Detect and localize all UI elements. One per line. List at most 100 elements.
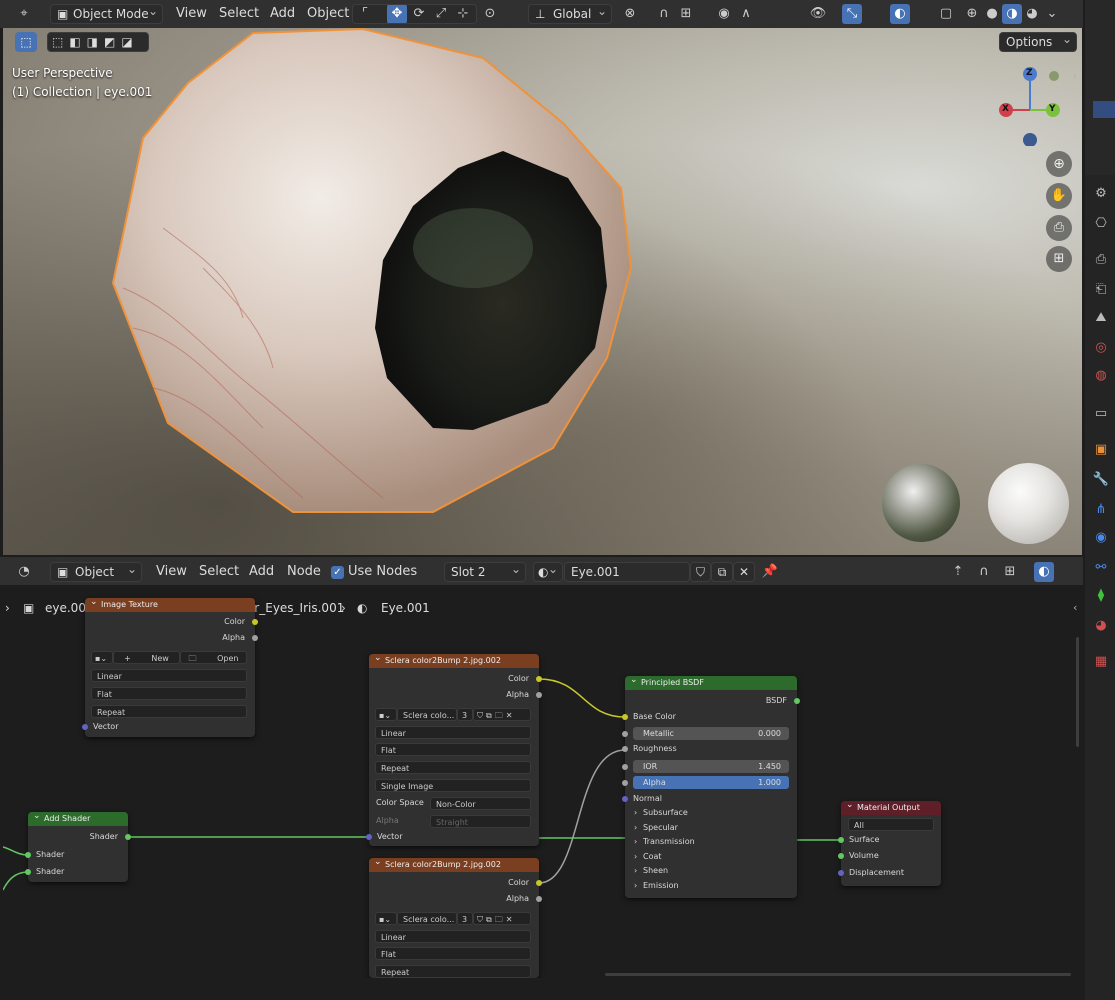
view-layer-props-icon[interactable]: ⎗ [1091, 280, 1111, 300]
select-mode-buttons[interactable]: ⬚◧◨◩◪ [47, 32, 149, 52]
node-snap-target-icon[interactable]: ⊞ [1000, 562, 1020, 582]
displacement-socket[interactable] [838, 870, 844, 876]
falloff-icon[interactable]: ∧ [736, 4, 756, 24]
snap-target-icon[interactable]: ⊞ [676, 4, 696, 24]
ior-slider[interactable]: IOR 1.450 [633, 760, 789, 773]
world-props-icon[interactable]: ◎ [1091, 338, 1111, 358]
ior-socket[interactable] [622, 764, 628, 770]
node-overlay-icon[interactable]: ◐ [1034, 562, 1054, 582]
image-name-field[interactable]: Sclera colo... [397, 708, 457, 721]
extension-dropdown[interactable]: Repeat [91, 705, 247, 718]
alpha-socket[interactable] [622, 780, 628, 786]
scene-props-icon[interactable]: ⛰ [1091, 308, 1111, 328]
unlink-material-icon[interactable]: ✕ [733, 562, 755, 582]
projection-dropdown[interactable]: Flat [91, 687, 247, 700]
sidebar-toggle-arrow[interactable]: ‹ [1073, 72, 1077, 82]
data-props-icon[interactable]: ⧫ [1091, 586, 1111, 606]
extension-dropdown[interactable]: Repeat [375, 761, 531, 774]
physics-props-icon[interactable]: ◉ [1091, 528, 1111, 548]
horizontal-scrollbar[interactable] [605, 973, 1071, 976]
scale-icon[interactable]: ⤢ [431, 5, 451, 23]
menu-object[interactable]: Object [307, 4, 349, 24]
visibility-icon[interactable]: 👁 [808, 4, 828, 24]
bsdf-socket[interactable] [794, 698, 800, 704]
image-actions[interactable]: ⛉⧉🗀✕ [473, 708, 531, 721]
color-socket[interactable] [252, 619, 258, 625]
projection-dropdown[interactable]: Flat [375, 947, 531, 960]
image-browse[interactable]: ▪⌄ [375, 708, 397, 721]
shading-solid-icon[interactable]: ● [982, 4, 1002, 24]
material-name-field[interactable]: Eye.001 [564, 562, 690, 582]
shading-options-icon[interactable]: ⌄ [1042, 4, 1062, 24]
modifier-props-icon[interactable]: 🔧 [1091, 470, 1111, 490]
overlay-icon[interactable]: ◐ [890, 4, 910, 24]
material-output-node[interactable]: Material Output All Surface Volume Displ… [838, 801, 941, 886]
image-actions[interactable]: ⛉⧉🗀✕ [473, 912, 531, 925]
render-props-icon[interactable]: ⎔ [1091, 214, 1111, 234]
shading-material-icon[interactable]: ◑ [1002, 4, 1022, 24]
snap-base-icon[interactable]: ⌜ [355, 5, 375, 23]
shading-rendered-icon[interactable]: ◕ [1022, 4, 1042, 24]
add-shader-node[interactable]: Add Shader Shader Shader Shader [25, 812, 131, 882]
menu-add[interactable]: Add [270, 4, 295, 24]
alpha-mode-dropdown[interactable]: Straight [430, 815, 531, 828]
3d-viewport[interactable]: User Perspective (1) Collection | eye.00… [3, 28, 1082, 555]
orientation-dropdown[interactable]: ⊥ Global [528, 4, 612, 24]
vector-socket[interactable] [366, 834, 372, 840]
source-dropdown[interactable]: Single Image [375, 779, 531, 792]
normal-socket[interactable] [622, 796, 628, 802]
editor-type-icon[interactable]: ⌖ [14, 4, 34, 24]
node-header[interactable]: Sclera color2Bump 2.jpg.002 [369, 858, 539, 872]
node-header[interactable]: Material Output [841, 801, 941, 815]
interpolation-dropdown[interactable]: Linear [91, 669, 247, 682]
extension-dropdown[interactable]: Repeat [375, 965, 531, 978]
alpha-slider[interactable]: Alpha 1.000 [633, 776, 789, 789]
color-space-dropdown[interactable]: Non-Color [430, 797, 531, 810]
collection-props-icon[interactable]: ◍ [1091, 366, 1111, 386]
new-image-button[interactable]: + New [113, 651, 180, 664]
alpha-socket[interactable] [252, 635, 258, 641]
shading-wireframe-icon[interactable]: ⊕ [962, 4, 982, 24]
menu-select[interactable]: Select [219, 4, 259, 24]
snap-icon[interactable]: ∩ [654, 4, 674, 24]
node-header[interactable]: Image Texture [85, 598, 255, 612]
node-header[interactable]: Sclera color2Bump 2.jpg.002 [369, 654, 539, 668]
projection-dropdown[interactable]: Flat [375, 743, 531, 756]
principled-bsdf-node[interactable]: Principled BSDF BSDF Base Color Metallic… [622, 676, 800, 898]
node-menu-select[interactable]: Select [199, 562, 239, 582]
interpolation-dropdown[interactable]: Linear [375, 726, 531, 739]
pivot-icon[interactable]: ⊙ [480, 4, 500, 24]
node-editor-type-icon[interactable]: ◔ [14, 562, 34, 582]
breadcrumb-material[interactable]: Eye.001 [381, 599, 430, 617]
image-browse[interactable]: ▪⌄ [91, 651, 113, 664]
panel-sheen[interactable]: › Sheen [625, 864, 797, 878]
image-browse[interactable]: ▪⌄ [375, 912, 397, 925]
base-color-socket[interactable] [622, 714, 628, 720]
pivot-point-icon[interactable]: ⊗ [620, 4, 640, 24]
pan-hand-icon[interactable]: ✋ [1046, 183, 1072, 209]
proportional-icon[interactable]: ◉ [714, 4, 734, 24]
material-props-icon[interactable]: ◕ [1091, 616, 1111, 636]
open-image-button[interactable]: 🗀 Open [180, 651, 247, 664]
shader-socket[interactable] [125, 834, 131, 840]
vertical-scrollbar[interactable] [1076, 637, 1079, 747]
pin-icon[interactable]: 📌 [760, 562, 780, 582]
node-editor-canvas[interactable]: › ▣ eye.001 Data_Widowmaker_Eyes_Iris.00… [3, 585, 1082, 978]
panel-transmission[interactable]: › Transmission [625, 835, 797, 849]
alpha-socket[interactable] [536, 896, 542, 902]
surface-socket[interactable] [838, 837, 844, 843]
tool-props-icon[interactable]: ⚙ [1091, 184, 1111, 204]
texture-props-icon[interactable]: ▦ [1091, 652, 1111, 672]
particles-props-icon[interactable]: ⋔ [1091, 500, 1111, 520]
panel-coat[interactable]: › Coat [625, 850, 797, 864]
outliner-highlight[interactable] [1093, 101, 1115, 118]
image-users-count[interactable]: 3 [457, 708, 473, 721]
roughness-socket[interactable] [622, 746, 628, 752]
vector-socket[interactable] [82, 724, 88, 730]
constraints-props-icon[interactable]: ⚯ [1091, 558, 1111, 578]
image-texture-node[interactable]: Image Texture Color Alpha ▪⌄ + New 🗀 Ope… [82, 598, 258, 737]
interpolation-dropdown[interactable]: Linear [375, 930, 531, 943]
sclera-texture-node[interactable]: Sclera color2Bump 2.jpg.002 Color Alpha … [366, 654, 542, 846]
menu-view[interactable]: View [176, 4, 207, 24]
node-snap-icon[interactable]: ∩ [974, 562, 994, 582]
